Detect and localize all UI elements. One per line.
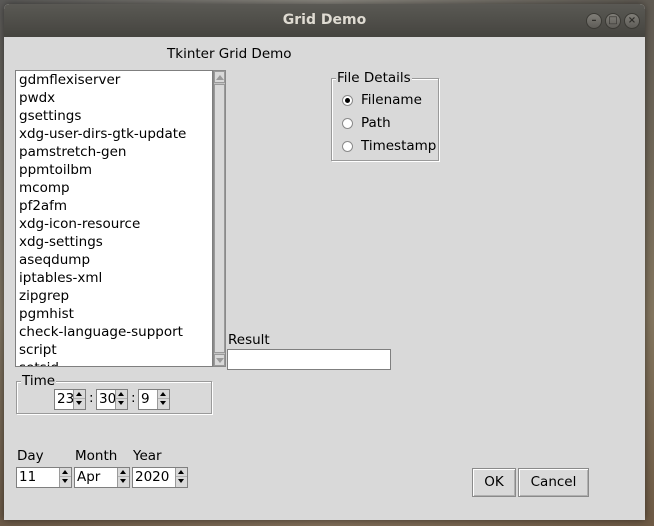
- radio-label: Path: [361, 115, 391, 131]
- spin-down-arrow-icon[interactable]: [176, 477, 187, 486]
- minute-spinbox[interactable]: 30: [96, 389, 128, 410]
- list-item[interactable]: xdg-icon-resource: [16, 215, 212, 233]
- time-separator: :: [89, 390, 94, 406]
- list-item[interactable]: ppmtoilbm: [16, 161, 212, 179]
- close-button[interactable]: ×: [624, 13, 640, 29]
- month-value: Apr: [77, 469, 101, 485]
- radio-indicator[interactable]: [342, 118, 353, 129]
- list-item[interactable]: gdmflexiserver: [16, 71, 212, 89]
- spin-up-arrow-icon[interactable]: [74, 390, 85, 399]
- day-spinbox[interactable]: 11: [16, 467, 72, 488]
- ok-button[interactable]: OK: [472, 468, 516, 497]
- year-spinbox[interactable]: 2020: [132, 467, 188, 488]
- result-entry[interactable]: [227, 349, 391, 370]
- list-item[interactable]: iptables-xml: [16, 269, 212, 287]
- spin-up-arrow-icon[interactable]: [176, 468, 187, 477]
- window-content: Tkinter Grid Demo gdmflexiserver pwdx gs…: [4, 37, 645, 520]
- list-item[interactable]: pwdx: [16, 89, 212, 107]
- title-bar[interactable]: Grid Demo – □ ×: [4, 4, 645, 37]
- maximize-button[interactable]: □: [605, 13, 621, 29]
- command-listbox[interactable]: gdmflexiserver pwdx gsettings xdg-user-d…: [15, 70, 213, 367]
- radio-label: Filename: [361, 92, 422, 108]
- list-item[interactable]: check-language-support: [16, 323, 212, 341]
- hour-spinbox[interactable]: 23: [54, 389, 86, 410]
- list-item[interactable]: script: [16, 341, 212, 359]
- spin-down-arrow-icon[interactable]: [74, 399, 85, 408]
- app-window: Grid Demo – □ × Tkinter Grid Demo gdmfle…: [4, 4, 645, 520]
- page-title: Tkinter Grid Demo: [167, 46, 292, 62]
- list-item[interactable]: xdg-user-dirs-gtk-update: [16, 125, 212, 143]
- day-value: 11: [19, 469, 37, 485]
- spin-up-arrow-icon[interactable]: [158, 390, 169, 399]
- spin-up-arrow-icon[interactable]: [118, 468, 129, 477]
- radio-indicator[interactable]: [342, 95, 353, 106]
- year-value: 2020: [135, 469, 170, 485]
- list-item[interactable]: mcomp: [16, 179, 212, 197]
- result-label: Result: [228, 332, 270, 348]
- radio-indicator[interactable]: [342, 141, 353, 152]
- cancel-button[interactable]: Cancel: [518, 468, 589, 497]
- year-label: Year: [133, 448, 162, 464]
- spin-down-arrow-icon[interactable]: [60, 477, 71, 486]
- day-label: Day: [17, 448, 44, 464]
- list-item[interactable]: gsettings: [16, 107, 212, 125]
- list-item[interactable]: pf2afm: [16, 197, 212, 215]
- file-details-group: File Details Filename Path Timestamp: [331, 70, 439, 161]
- list-item[interactable]: pamstretch-gen: [16, 143, 212, 161]
- second-spinbox[interactable]: 9: [138, 389, 170, 410]
- time-group: Time 23 : 30 : 9: [16, 373, 212, 414]
- list-item[interactable]: zipgrep: [16, 287, 212, 305]
- window-title: Grid Demo: [282, 12, 367, 28]
- list-item[interactable]: aseqdump: [16, 251, 212, 269]
- spin-down-arrow-icon[interactable]: [118, 477, 129, 486]
- time-legend: Time: [21, 373, 57, 389]
- spin-up-arrow-icon[interactable]: [116, 390, 127, 399]
- list-item[interactable]: pgmhist: [16, 305, 212, 323]
- minute-value: 30: [99, 391, 117, 407]
- spin-down-arrow-icon[interactable]: [116, 399, 127, 408]
- scrollbar-thumb[interactable]: [214, 84, 225, 353]
- second-value: 9: [141, 391, 150, 407]
- month-spinbox[interactable]: Apr: [74, 467, 130, 488]
- scroll-down-arrow-icon[interactable]: [214, 354, 225, 366]
- minimize-button[interactable]: –: [586, 13, 602, 29]
- file-details-legend: File Details: [336, 70, 412, 86]
- list-item[interactable]: xdg-settings: [16, 233, 212, 251]
- month-label: Month: [75, 448, 118, 464]
- list-item[interactable]: setsid: [16, 359, 212, 366]
- listbox-scrollbar[interactable]: [213, 70, 226, 367]
- radio-label: Timestamp: [361, 138, 437, 154]
- spin-up-arrow-icon[interactable]: [60, 468, 71, 477]
- time-separator: :: [131, 390, 136, 406]
- hour-value: 23: [57, 391, 75, 407]
- scroll-up-arrow-icon[interactable]: [214, 71, 225, 83]
- spin-down-arrow-icon[interactable]: [158, 399, 169, 408]
